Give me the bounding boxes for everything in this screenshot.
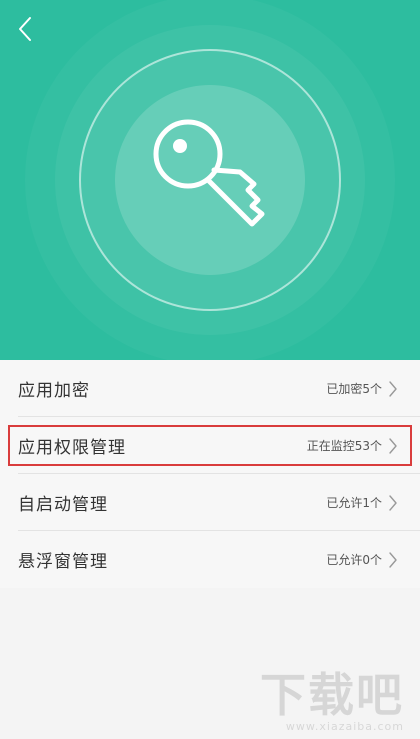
floating-window-management-row[interactable]: 悬浮窗管理 已允许0个	[0, 531, 420, 588]
chevron-right-icon	[389, 437, 397, 454]
row-status: 已允许1个	[326, 496, 382, 510]
app-encryption-row[interactable]: 应用加密 已加密5个	[0, 360, 420, 417]
chevron-right-icon	[389, 380, 397, 397]
watermark-url: www.xiazaiba.com	[285, 720, 404, 733]
row-status: 正在监控53个	[306, 439, 382, 453]
hero-header	[0, 0, 420, 360]
watermark-logo: 下载吧	[260, 668, 404, 722]
app-permission-management-row[interactable]: 应用权限管理 正在监控53个	[0, 417, 420, 474]
row-title: 悬浮窗管理	[18, 552, 108, 572]
row-title: 应用加密	[18, 381, 90, 401]
watermark: 下载吧 www.xiazaiba.com	[260, 670, 404, 733]
key-icon	[153, 119, 265, 227]
chevron-right-icon	[389, 551, 397, 568]
chevron-right-icon	[389, 494, 397, 511]
autostart-management-row[interactable]: 自启动管理 已允许1个	[0, 474, 420, 531]
back-button[interactable]	[8, 12, 42, 46]
row-status: 已允许0个	[326, 553, 382, 567]
settings-menu: 应用加密 已加密5个 应用权限管理 正在监控53个 自启动管理 已允许1个 悬浮…	[0, 360, 420, 588]
chevron-left-icon	[19, 17, 31, 41]
row-title: 自启动管理	[18, 495, 108, 515]
row-status: 已加密5个	[326, 382, 382, 396]
row-title: 应用权限管理	[18, 438, 126, 458]
